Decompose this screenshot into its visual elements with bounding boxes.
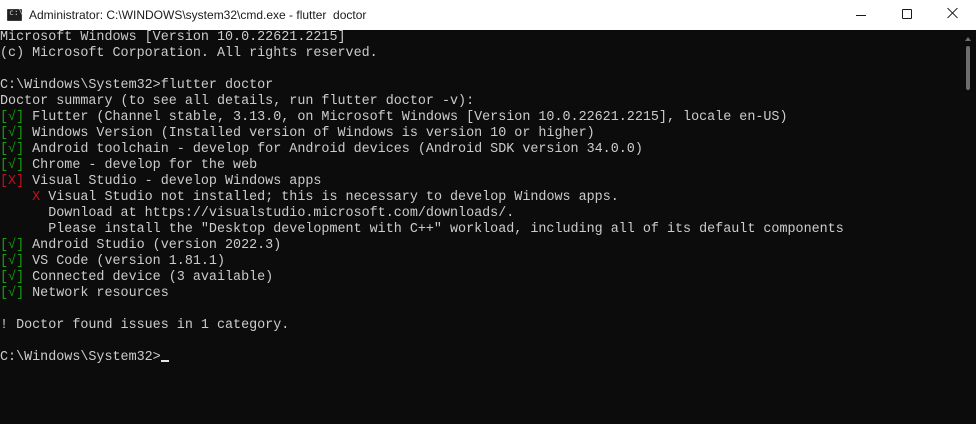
console-line: [√] Connected device (3 available) bbox=[0, 270, 960, 286]
check-status-marker: [√] bbox=[0, 254, 25, 269]
console-line: [√] Android Studio (version 2022.3) bbox=[0, 238, 960, 254]
title-bar[interactable]: c:\ Administrator: C:\WINDOWS\system32\c… bbox=[0, 0, 976, 30]
console-line: [√] Windows Version (Installed version o… bbox=[0, 126, 960, 142]
console-line: Download at https://visualstudio.microso… bbox=[0, 206, 960, 222]
close-icon bbox=[947, 7, 959, 19]
line-text: Visual Studio - develop Windows apps bbox=[24, 174, 322, 189]
line-text: Network resources bbox=[24, 286, 169, 301]
window-controls bbox=[838, 0, 976, 30]
line-text: Flutter (Channel stable, 3.13.0, on Micr… bbox=[24, 110, 788, 125]
line-text: C:\Windows\System32> bbox=[0, 350, 161, 365]
line-text: VS Code (version 1.81.1) bbox=[24, 254, 226, 269]
minimize-button[interactable] bbox=[838, 0, 884, 30]
maximize-button[interactable] bbox=[884, 0, 930, 30]
line-text: Android toolchain - develop for Android … bbox=[24, 142, 643, 157]
minimize-icon bbox=[856, 15, 866, 16]
line-text: Microsoft Windows [Version 10.0.22621.22… bbox=[0, 30, 346, 45]
error-status-marker: X bbox=[32, 190, 41, 205]
console-line: [√] Chrome - develop for the web bbox=[0, 158, 960, 174]
line-text: (c) Microsoft Corporation. All rights re… bbox=[0, 46, 378, 61]
cmd-icon: c:\ bbox=[7, 8, 23, 21]
check-status-marker: [√] bbox=[0, 238, 25, 253]
console-line: (c) Microsoft Corporation. All rights re… bbox=[0, 46, 960, 62]
console-line: [X] Visual Studio - develop Windows apps bbox=[0, 174, 960, 190]
console-line: [√] Flutter (Channel stable, 3.13.0, on … bbox=[0, 110, 960, 126]
line-text: C:\Windows\System32>flutter doctor bbox=[0, 78, 274, 93]
console-line: X Visual Studio not installed; this is n… bbox=[0, 190, 960, 206]
window-title: Administrator: C:\WINDOWS\system32\cmd.e… bbox=[29, 8, 367, 22]
console-line: Doctor summary (to see all details, run … bbox=[0, 94, 960, 110]
error-status-marker: [X] bbox=[0, 174, 25, 189]
check-status-marker: [√] bbox=[0, 286, 25, 301]
console-line: [√] Android toolchain - develop for Andr… bbox=[0, 142, 960, 158]
scroll-thumb[interactable] bbox=[966, 46, 970, 90]
prompt-line: C:\Windows\System32> bbox=[0, 350, 960, 366]
line-text: Connected device (3 available) bbox=[24, 270, 274, 285]
line-text: Doctor summary (to see all details, run … bbox=[0, 94, 475, 109]
line-text: Visual Studio not installed; this is nec… bbox=[40, 190, 619, 205]
line-text: Download at https://visualstudio.microso… bbox=[0, 206, 515, 221]
line-text: Please install the "Desktop development … bbox=[0, 222, 844, 237]
line-text: Windows Version (Installed version of Wi… bbox=[24, 126, 595, 141]
line-text: ! Doctor found issues in 1 category. bbox=[0, 318, 290, 333]
scroll-up-arrow-icon[interactable] bbox=[965, 37, 971, 41]
console-line: Microsoft Windows [Version 10.0.22621.22… bbox=[0, 30, 960, 46]
console-line: C:\Windows\System32>flutter doctor bbox=[0, 78, 960, 94]
console-output[interactable]: Microsoft Windows [Version 10.0.22621.22… bbox=[0, 30, 960, 424]
console-line: [√] VS Code (version 1.81.1) bbox=[0, 254, 960, 270]
check-status-marker: [√] bbox=[0, 126, 25, 141]
maximize-icon bbox=[902, 9, 912, 19]
line-text: Chrome - develop for the web bbox=[24, 158, 258, 173]
line-text: Android Studio (version 2022.3) bbox=[24, 238, 282, 253]
console-line: Please install the "Desktop development … bbox=[0, 222, 960, 238]
check-status-marker: [√] bbox=[0, 142, 25, 157]
console-line: [√] Network resources bbox=[0, 286, 960, 302]
check-status-marker: [√] bbox=[0, 270, 25, 285]
check-status-marker: [√] bbox=[0, 110, 25, 125]
vertical-scrollbar[interactable] bbox=[960, 30, 976, 424]
close-button[interactable] bbox=[930, 0, 976, 30]
check-status-marker: [√] bbox=[0, 158, 25, 173]
text-cursor bbox=[160, 360, 169, 362]
console-line: ! Doctor found issues in 1 category. bbox=[0, 318, 960, 334]
